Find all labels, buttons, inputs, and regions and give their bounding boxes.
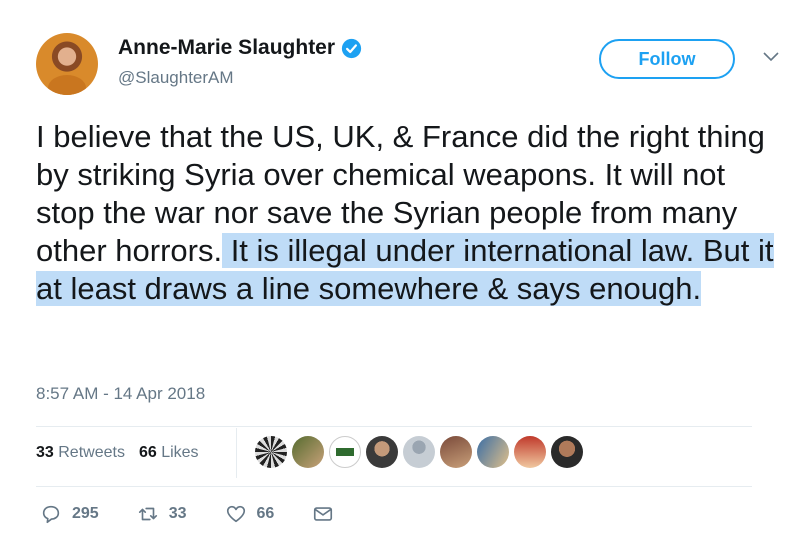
retweet-count: 33 xyxy=(168,505,187,522)
liker-avatar[interactable] xyxy=(292,436,324,468)
like-button[interactable]: 66 xyxy=(225,503,275,525)
liker-avatar[interactable] xyxy=(477,436,509,468)
direct-message-button[interactable] xyxy=(312,503,344,525)
stats-divider xyxy=(236,428,237,478)
divider xyxy=(36,486,752,487)
likes-label: Likes xyxy=(161,444,199,461)
liker-avatar[interactable] xyxy=(551,436,583,468)
tweet-timestamp[interactable]: 8:57 AM - 14 Apr 2018 xyxy=(36,384,205,404)
liker-avatar[interactable] xyxy=(403,436,435,468)
author-handle[interactable]: @SlaughterAM xyxy=(118,68,234,88)
reply-icon xyxy=(42,505,60,524)
retweets-count: 33 xyxy=(36,444,54,461)
tweet-text: I believe that the US, UK, & France did … xyxy=(36,118,781,308)
retweet-button[interactable]: 33 xyxy=(137,503,187,525)
likes-stat[interactable]: 66 Likes xyxy=(139,444,199,462)
heart-icon xyxy=(226,505,245,523)
liker-avatar[interactable] xyxy=(255,436,287,468)
like-count: 66 xyxy=(256,505,275,522)
reply-button[interactable]: 295 xyxy=(40,503,99,525)
likes-count: 66 xyxy=(138,444,157,461)
retweets-label: Retweets xyxy=(58,444,125,461)
liker-avatars xyxy=(255,436,588,468)
tweet-actions: 295 33 66 xyxy=(40,503,382,525)
retweets-stat[interactable]: 33 Retweets xyxy=(36,444,125,462)
engagement-stats: 33 Retweets 66 Likes xyxy=(36,444,199,462)
chevron-down-icon[interactable] xyxy=(763,52,779,62)
retweet-icon xyxy=(138,507,157,521)
author-name[interactable]: Anne-Marie Slaughter xyxy=(118,36,335,60)
divider xyxy=(36,426,752,427)
liker-avatar[interactable] xyxy=(440,436,472,468)
liker-avatar[interactable] xyxy=(366,436,398,468)
liker-avatar[interactable] xyxy=(514,436,546,468)
author-avatar[interactable] xyxy=(36,33,98,95)
author-name-row: Anne-Marie Slaughter xyxy=(118,36,362,60)
liker-avatar[interactable] xyxy=(329,436,361,468)
envelope-icon xyxy=(314,507,333,521)
follow-button[interactable]: Follow xyxy=(599,39,735,79)
reply-count: 295 xyxy=(72,505,99,522)
verified-badge-icon xyxy=(341,38,362,58)
